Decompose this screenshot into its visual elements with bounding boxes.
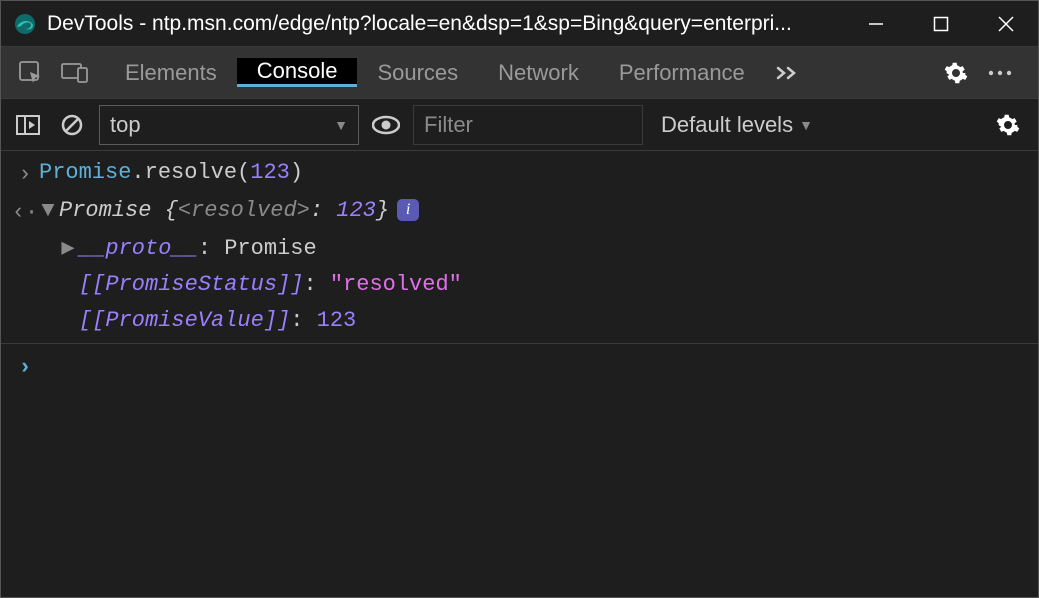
expand-down-icon[interactable]: ▼ (39, 195, 57, 227)
info-badge-icon[interactable]: i (397, 199, 419, 221)
devtools-tabbar: Elements Console Sources Network Perform… (1, 47, 1038, 99)
tab-sources[interactable]: Sources (357, 58, 478, 87)
prompt-chevron-icon: › (18, 352, 31, 384)
dropdown-caret-icon: ▼ (799, 117, 813, 133)
console-settings-icon[interactable] (988, 105, 1028, 145)
console-toolbar: top ▼ Filter Default levels ▼ (1, 99, 1038, 151)
window-titlebar: DevTools - ntp.msn.com/edge/ntp?locale=e… (1, 1, 1038, 47)
live-expression-icon[interactable] (369, 108, 403, 142)
proto-row[interactable]: ▶__proto__: Promise (1, 231, 1038, 267)
input-chevron-icon: › (18, 159, 31, 191)
log-levels-select[interactable]: Default levels ▼ (653, 112, 821, 138)
command-text: Promise.resolve(123) (39, 157, 303, 189)
result-text: ▼Promise {<resolved>: 123}i (39, 195, 419, 227)
tab-console[interactable]: Console (237, 58, 358, 87)
return-chevron-icon: ‹· (12, 197, 38, 229)
inspect-element-icon[interactable] (9, 47, 53, 98)
tab-performance[interactable]: Performance (599, 58, 765, 87)
device-toolbar-icon[interactable] (53, 47, 97, 98)
close-button[interactable] (973, 1, 1038, 46)
tab-network[interactable]: Network (478, 58, 599, 87)
expand-right-icon[interactable]: ▶ (59, 233, 77, 265)
console-input-row[interactable]: › Promise.resolve(123) (1, 155, 1038, 193)
row-separator (1, 343, 1038, 344)
kebab-menu-icon[interactable] (978, 47, 1022, 98)
minimize-button[interactable] (843, 1, 908, 46)
app-icon (13, 12, 37, 36)
tab-elements[interactable]: Elements (105, 58, 237, 87)
console-body: › Promise.resolve(123) ‹· ▼Promise {<res… (1, 151, 1038, 386)
filter-input[interactable]: Filter (413, 105, 643, 145)
dropdown-caret-icon: ▼ (334, 117, 348, 133)
clear-console-icon[interactable] (55, 108, 89, 142)
settings-icon[interactable] (934, 47, 978, 98)
toggle-console-sidebar-icon[interactable] (11, 108, 45, 142)
more-tabs-icon[interactable] (765, 47, 809, 98)
console-output-row[interactable]: ‹· ▼Promise {<resolved>: 123}i (1, 193, 1038, 231)
context-value: top (110, 112, 141, 138)
filter-placeholder: Filter (424, 112, 473, 138)
window-title: DevTools - ntp.msn.com/edge/ntp?locale=e… (47, 12, 843, 36)
maximize-button[interactable] (908, 1, 973, 46)
execution-context-select[interactable]: top ▼ (99, 105, 359, 145)
promise-value-row[interactable]: [[PromiseValue]]: 123 (1, 303, 1038, 339)
promise-status-row[interactable]: [[PromiseStatus]]: "resolved" (1, 267, 1038, 303)
window-controls (843, 1, 1038, 46)
console-prompt-row[interactable]: › (1, 348, 1038, 386)
